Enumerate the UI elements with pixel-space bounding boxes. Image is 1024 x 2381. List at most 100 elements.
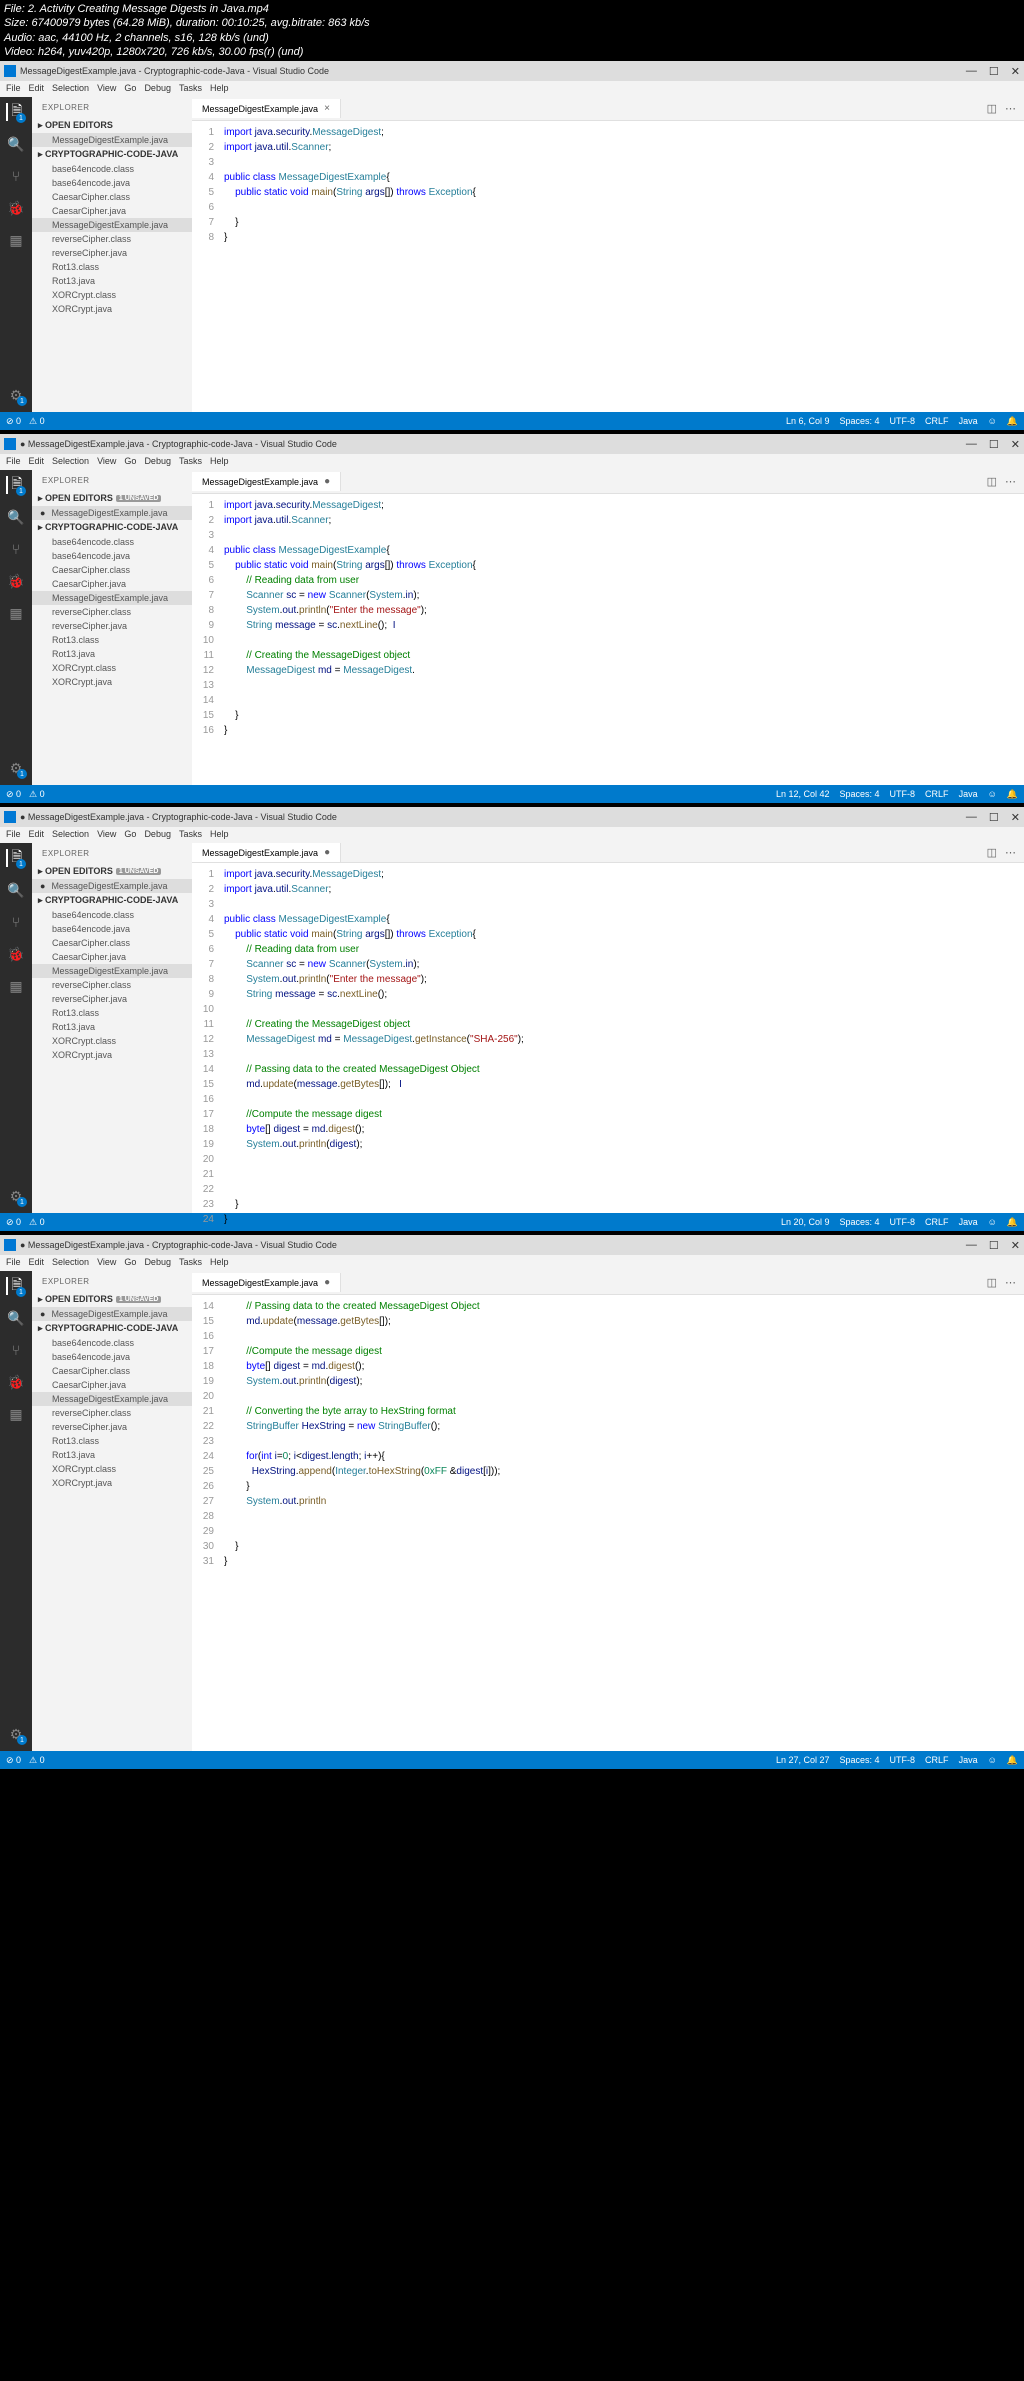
ext-icon[interactable]: ▦ (7, 977, 25, 995)
split-icon[interactable]: ◫ (987, 102, 997, 115)
menu-item[interactable]: Edit (29, 1257, 45, 1269)
search-icon[interactable]: 🔍 (7, 1309, 25, 1327)
errors-count[interactable]: ⊘ 0 (6, 416, 21, 427)
file-item[interactable]: CaesarCipher.java (32, 577, 192, 591)
open-editors-header[interactable]: ▸ OPEN EDITORS 1 UNSAVED (32, 864, 192, 879)
modified-dot[interactable]: ● (324, 476, 330, 487)
file-item[interactable]: XORCrypt.class (32, 661, 192, 675)
tab[interactable]: MessageDigestExample.java× (192, 99, 341, 118)
file-item[interactable]: MessageDigestExample.java (32, 218, 192, 232)
files-icon[interactable]: 🗎1 (6, 103, 24, 121)
code-editor[interactable]: 12345678910111213141516 import java.secu… (192, 494, 1024, 785)
language[interactable]: Java (959, 416, 978, 426)
search-icon[interactable]: 🔍 (7, 135, 25, 153)
ext-icon[interactable]: ▦ (7, 231, 25, 249)
file-item[interactable]: CaesarCipher.class (32, 190, 192, 204)
minimize-button[interactable]: — (966, 65, 977, 78)
cursor-position[interactable]: Ln 27, Col 27 (776, 1755, 830, 1765)
menu-item[interactable]: Debug (144, 829, 171, 841)
file-item[interactable]: Rot13.class (32, 633, 192, 647)
warnings-count[interactable]: ⚠ 0 (29, 1217, 45, 1228)
file-item[interactable]: XORCrypt.class (32, 288, 192, 302)
file-item[interactable]: Rot13.java (32, 1020, 192, 1034)
git-icon[interactable]: ⑂ (7, 167, 25, 185)
menu-item[interactable]: Help (210, 829, 229, 841)
bell-icon[interactable]: 🔔 (1007, 789, 1018, 800)
spaces[interactable]: Spaces: 4 (840, 1755, 880, 1765)
open-editors-header[interactable]: ▸ OPEN EDITORS 1 UNSAVED (32, 1292, 192, 1307)
menu-item[interactable]: Go (124, 83, 136, 95)
open-editor-item[interactable]: MessageDigestExample.java (32, 1307, 192, 1321)
language[interactable]: Java (959, 789, 978, 799)
file-item[interactable]: CaesarCipher.java (32, 1378, 192, 1392)
file-item[interactable]: base64encode.class (32, 162, 192, 176)
feedback-icon[interactable]: ☺ (988, 1755, 997, 1765)
file-item[interactable]: Rot13.class (32, 1006, 192, 1020)
file-item[interactable]: MessageDigestExample.java (32, 1392, 192, 1406)
file-item[interactable]: base64encode.class (32, 535, 192, 549)
eol[interactable]: CRLF (925, 789, 949, 799)
file-item[interactable]: Rot13.java (32, 274, 192, 288)
file-item[interactable]: base64encode.java (32, 176, 192, 190)
tab[interactable]: MessageDigestExample.java● (192, 843, 341, 862)
menu-item[interactable]: Tasks (179, 83, 202, 95)
menu-item[interactable]: Selection (52, 829, 89, 841)
spaces[interactable]: Spaces: 4 (840, 789, 880, 799)
encoding[interactable]: UTF-8 (890, 789, 916, 799)
encoding[interactable]: UTF-8 (890, 1755, 916, 1765)
maximize-button[interactable]: ☐ (989, 811, 999, 824)
warnings-count[interactable]: ⚠ 0 (29, 1755, 45, 1766)
encoding[interactable]: UTF-8 (890, 416, 916, 426)
project-header[interactable]: ▸ CRYPTOGRAPHIC-CODE-JAVA (32, 893, 192, 908)
more-icon[interactable]: ⋯ (1005, 846, 1016, 859)
menu-item[interactable]: Debug (144, 83, 171, 95)
more-icon[interactable]: ⋯ (1005, 1276, 1016, 1289)
gear-icon[interactable]: ⚙1 (7, 1725, 25, 1743)
debug-icon[interactable]: 🐞 (7, 572, 25, 590)
file-item[interactable]: MessageDigestExample.java (32, 591, 192, 605)
maximize-button[interactable]: ☐ (989, 65, 999, 78)
menu-item[interactable]: Go (124, 1257, 136, 1269)
errors-count[interactable]: ⊘ 0 (6, 789, 21, 800)
open-editor-item[interactable]: MessageDigestExample.java (32, 133, 192, 147)
files-icon[interactable]: 🗎1 (6, 476, 24, 494)
file-item[interactable]: reverseCipher.java (32, 992, 192, 1006)
menu-item[interactable]: View (97, 456, 116, 468)
code-content[interactable]: import java.security.MessageDigest;impor… (224, 125, 1024, 412)
split-icon[interactable]: ◫ (987, 846, 997, 859)
modified-dot[interactable]: ● (324, 847, 330, 858)
file-item[interactable]: reverseCipher.java (32, 246, 192, 260)
errors-count[interactable]: ⊘ 0 (6, 1217, 21, 1228)
file-item[interactable]: Rot13.java (32, 647, 192, 661)
split-icon[interactable]: ◫ (987, 1276, 997, 1289)
bell-icon[interactable]: 🔔 (1007, 1755, 1018, 1766)
project-header[interactable]: ▸ CRYPTOGRAPHIC-CODE-JAVA (32, 147, 192, 162)
code-content[interactable]: import java.security.MessageDigest;impor… (224, 867, 1024, 1227)
menu-item[interactable]: Edit (29, 83, 45, 95)
file-item[interactable]: CaesarCipher.java (32, 204, 192, 218)
menu-item[interactable]: Selection (52, 1257, 89, 1269)
file-item[interactable]: base64encode.java (32, 1350, 192, 1364)
menu-item[interactable]: File (6, 1257, 21, 1269)
close-button[interactable]: ✕ (1011, 438, 1020, 451)
file-item[interactable]: XORCrypt.class (32, 1462, 192, 1476)
bell-icon[interactable]: 🔔 (1007, 416, 1018, 427)
cursor-position[interactable]: Ln 6, Col 9 (786, 416, 830, 426)
code-content[interactable]: import java.security.MessageDigest;impor… (224, 498, 1024, 785)
gear-icon[interactable]: ⚙1 (7, 1187, 25, 1205)
ext-icon[interactable]: ▦ (7, 1405, 25, 1423)
menu-item[interactable]: File (6, 829, 21, 841)
menu-item[interactable]: Go (124, 829, 136, 841)
file-item[interactable]: reverseCipher.class (32, 232, 192, 246)
git-icon[interactable]: ⑂ (7, 1341, 25, 1359)
file-item[interactable]: XORCrypt.java (32, 1048, 192, 1062)
project-header[interactable]: ▸ CRYPTOGRAPHIC-CODE-JAVA (32, 520, 192, 535)
file-item[interactable]: MessageDigestExample.java (32, 964, 192, 978)
close-button[interactable]: ✕ (1011, 1239, 1020, 1252)
menu-item[interactable]: File (6, 456, 21, 468)
code-content[interactable]: // Passing data to the created MessageDi… (224, 1299, 1024, 1751)
menu-item[interactable]: File (6, 83, 21, 95)
feedback-icon[interactable]: ☺ (988, 789, 997, 799)
spaces[interactable]: Spaces: 4 (840, 416, 880, 426)
split-icon[interactable]: ◫ (987, 475, 997, 488)
